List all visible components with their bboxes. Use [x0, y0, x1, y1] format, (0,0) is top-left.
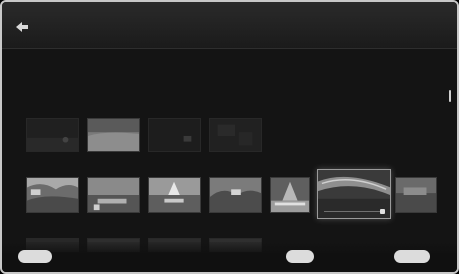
photo-thumbnail[interactable]	[148, 118, 201, 152]
menu-key-hint-button[interactable]	[394, 250, 430, 263]
photo-thumbnail[interactable]	[209, 177, 262, 213]
photo-thumbnail[interactable]	[26, 177, 79, 213]
photo-thumbnail[interactable]	[270, 177, 310, 213]
photo-thumbnail[interactable]	[26, 118, 79, 152]
top-bar	[2, 2, 457, 49]
scrollbar-thumb[interactable]	[449, 90, 451, 102]
photo-thumbnail[interactable]	[87, 177, 140, 213]
photo-thumbnail[interactable]	[209, 118, 262, 152]
photo-thumbnail[interactable]	[87, 118, 140, 152]
back-key-hint-button[interactable]	[18, 250, 52, 263]
video-progress-track[interactable]	[324, 211, 384, 212]
photo-thumbnail-focused[interactable]	[317, 169, 391, 219]
bottom-hint-bar	[2, 242, 457, 272]
photo-thumbnail[interactable]	[395, 177, 437, 213]
option-key-hint-button[interactable]	[286, 250, 314, 263]
back-arrow-icon[interactable]	[16, 22, 28, 32]
photo-browser-screen	[0, 0, 459, 274]
photo-thumbnail[interactable]	[148, 177, 201, 213]
video-progress-handle[interactable]	[380, 209, 385, 214]
